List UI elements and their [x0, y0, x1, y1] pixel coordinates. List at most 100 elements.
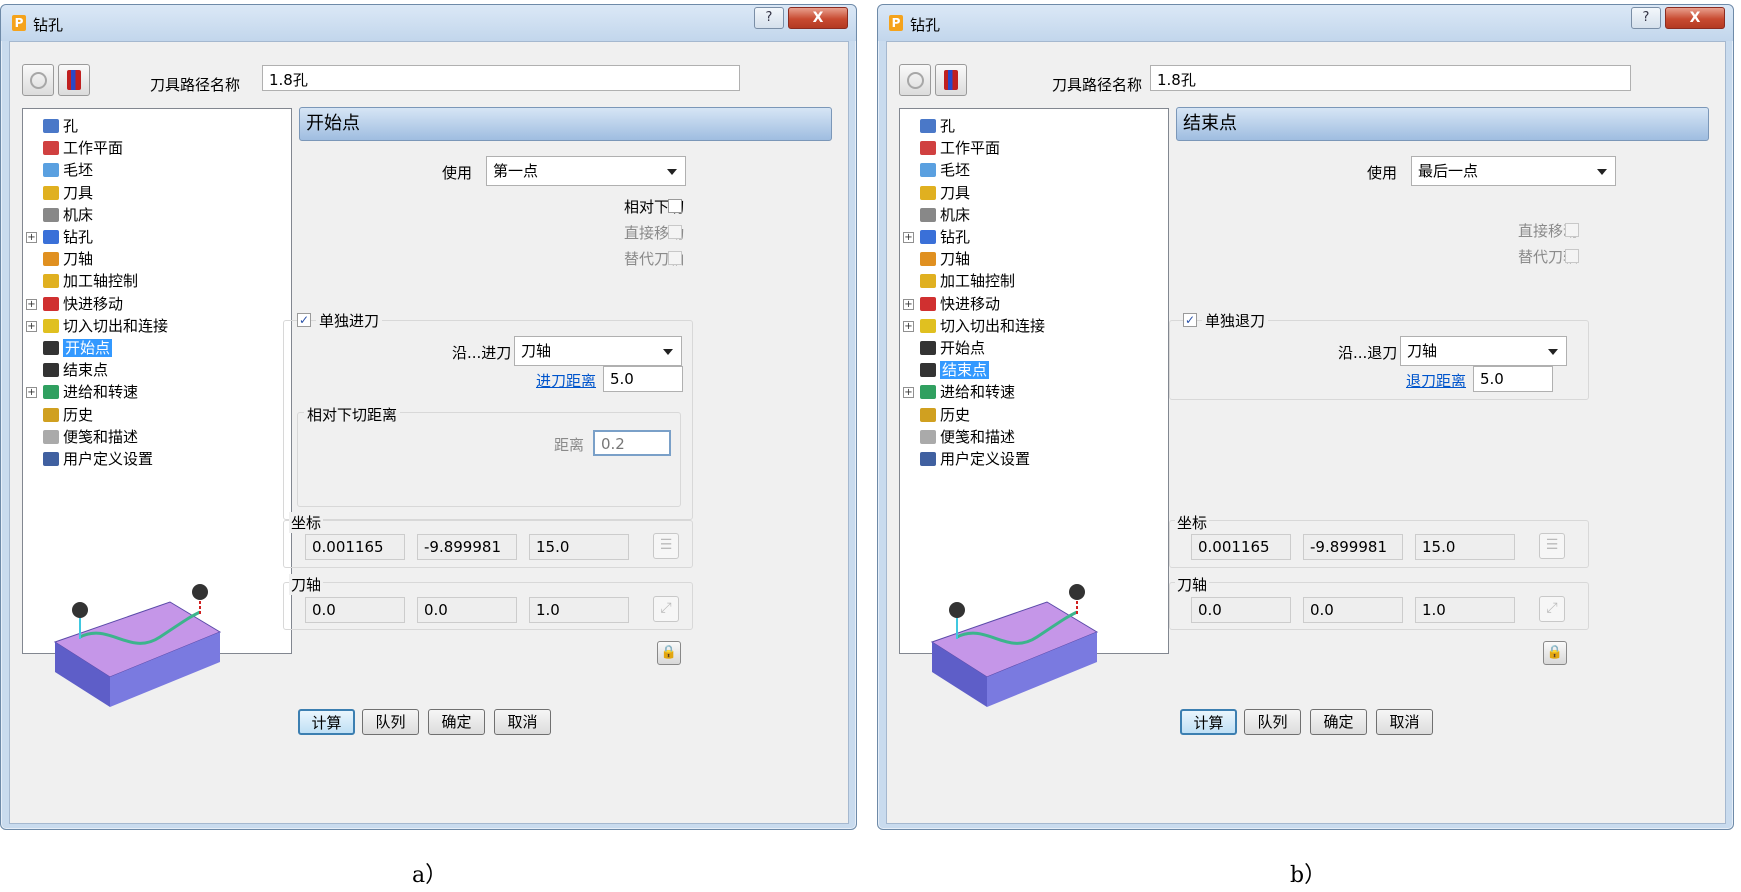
tree-item[interactable]: 钻孔 — [43, 226, 93, 248]
tree-node-icon — [43, 274, 59, 289]
along-select-value: 刀轴 — [1407, 342, 1438, 360]
chevron-down-icon — [1548, 349, 1558, 355]
tree-node-icon — [43, 385, 59, 400]
tree-item[interactable]: 用户定义设置 — [920, 448, 1030, 470]
close-button[interactable]: X — [1665, 7, 1725, 29]
tree-item[interactable]: 便笺和描述 — [920, 426, 1015, 448]
option-checkbox[interactable] — [668, 251, 682, 265]
distance-link[interactable]: 退刀距离 — [1406, 370, 1466, 391]
preview-toolpath-icon[interactable] — [22, 64, 54, 96]
tree-item[interactable]: 开始点 — [43, 337, 113, 359]
toolpath-strategy-icon[interactable] — [935, 64, 967, 96]
tree-node-icon — [43, 429, 59, 444]
tree-item[interactable]: 快进移动 — [920, 293, 1000, 315]
tree-item[interactable]: 工作平面 — [920, 137, 1000, 159]
tree-item[interactable]: 孔 — [43, 115, 78, 137]
tree-node-icon — [920, 385, 936, 400]
tree-node-icon — [920, 252, 936, 267]
tree-item[interactable]: 刀轴 — [43, 248, 93, 270]
toolpath-strategy-icon[interactable] — [58, 64, 90, 96]
tree-expand-icon[interactable]: + — [903, 298, 914, 310]
tree-node-icon — [920, 429, 936, 444]
use-label: 使用 — [1367, 164, 1398, 182]
tree-item[interactable]: 历史 — [43, 404, 93, 426]
tree-item[interactable]: 快进移动 — [43, 293, 123, 315]
coord-value: -9.899981 — [1303, 534, 1403, 560]
tree-item[interactable]: 毛坯 — [920, 159, 970, 181]
tree-item[interactable]: 结束点 — [43, 359, 108, 381]
tree-expand-icon[interactable]: + — [903, 320, 914, 332]
tree-node-icon — [43, 296, 59, 311]
tree-item[interactable]: 进给和转速 — [43, 381, 138, 403]
tree-item[interactable]: 刀具 — [920, 182, 970, 204]
queue-button[interactable]: 队列 — [362, 709, 419, 735]
tree-item[interactable]: 历史 — [920, 404, 970, 426]
tree-expand-icon[interactable]: + — [26, 298, 37, 310]
tree-item[interactable]: 工作平面 — [43, 137, 123, 159]
use-select[interactable]: 第一点 — [486, 156, 686, 186]
tree-item[interactable]: 用户定义设置 — [43, 448, 153, 470]
tree-item[interactable]: 机床 — [920, 204, 970, 226]
cancel-button[interactable]: 取消 — [494, 709, 551, 735]
tree-item[interactable]: 切入切出和连接 — [43, 315, 168, 337]
along-select[interactable]: 刀轴 — [1400, 336, 1567, 366]
sub-distance-input[interactable]: 0.2 — [593, 430, 671, 456]
tree-item[interactable]: 切入切出和连接 — [920, 315, 1045, 337]
calculate-button[interactable]: 计算 — [298, 709, 355, 735]
help-button[interactable]: ? — [1631, 7, 1661, 29]
tree-item[interactable]: 进给和转速 — [920, 381, 1015, 403]
tree-expand-icon[interactable]: + — [903, 232, 914, 243]
preview-toolpath-icon[interactable] — [899, 64, 931, 96]
tree-expand-icon[interactable]: + — [26, 387, 37, 399]
ok-button[interactable]: 确定 — [428, 709, 485, 735]
option-checkbox[interactable] — [668, 225, 682, 239]
move-group-checkbox[interactable]: ✓ — [1183, 313, 1197, 327]
tree-expand-icon[interactable]: + — [26, 320, 37, 332]
close-button[interactable]: X — [788, 7, 848, 29]
tree-item[interactable]: 机床 — [43, 204, 93, 226]
tree-node-icon — [43, 318, 59, 333]
chevron-down-icon — [1597, 169, 1607, 175]
settings-tree: 孔工作平面 毛坯 刀具 机床 + 钻孔刀轴 加工轴控制 + 快进移动 + 切入切出和连接 开始点 结束点… — [899, 108, 1169, 654]
tree-item[interactable]: 结束点 — [920, 359, 990, 381]
cancel-button[interactable]: 取消 — [1376, 709, 1433, 735]
tree-item[interactable]: 孔 — [920, 115, 955, 137]
distance-link[interactable]: 进刀距离 — [536, 370, 596, 391]
use-select[interactable]: 最后一点 — [1411, 156, 1616, 186]
tree-item-label: 钻孔 — [63, 228, 94, 246]
tree-node-icon — [43, 230, 59, 244]
distance-input[interactable]: 5.0 — [1473, 366, 1553, 392]
lock-icon[interactable]: 🔒 — [1543, 641, 1567, 665]
tree-item-label: 机床 — [940, 205, 971, 224]
tree-item[interactable]: 加工轴控制 — [43, 270, 138, 292]
distance-input[interactable]: 5.0 — [603, 366, 683, 392]
calculate-button[interactable]: 计算 — [1180, 709, 1237, 735]
tree-item[interactable]: 开始点 — [920, 337, 985, 359]
tree-item[interactable]: 钻孔 — [920, 226, 970, 248]
tree-item-label: 钻孔 — [940, 228, 971, 246]
help-button[interactable]: ? — [754, 7, 784, 29]
tree-item[interactable]: 便笺和描述 — [43, 426, 138, 448]
along-select[interactable]: 刀轴 — [514, 336, 682, 366]
ok-button[interactable]: 确定 — [1310, 709, 1367, 735]
move-group-checkbox[interactable]: ✓ — [297, 313, 311, 327]
queue-button[interactable]: 队列 — [1244, 709, 1301, 735]
tree-item[interactable]: 刀具 — [43, 182, 93, 204]
tree-expand-icon[interactable]: + — [26, 232, 37, 243]
option-checkbox[interactable] — [1565, 249, 1579, 263]
tree-item-label: 刀具 — [63, 183, 94, 202]
tree-item[interactable]: 毛坯 — [43, 159, 93, 181]
tree-node-icon — [43, 207, 59, 222]
tree-item[interactable]: 加工轴控制 — [920, 270, 1015, 292]
toolpath-preview-image — [53, 584, 222, 707]
tree-item[interactable]: 刀轴 — [920, 248, 970, 270]
title-bar[interactable]: P 钻孔? X — [878, 5, 1733, 41]
tree-node-icon — [43, 163, 59, 178]
title-bar[interactable]: P 钻孔? X — [1, 5, 856, 41]
toolpath-name-input[interactable]: 1.8孔 — [262, 65, 740, 91]
lock-icon[interactable]: 🔒 — [657, 641, 681, 665]
option-checkbox[interactable] — [1565, 223, 1579, 237]
option-checkbox[interactable] — [668, 199, 682, 213]
tree-expand-icon[interactable]: + — [903, 387, 914, 399]
toolpath-name-input[interactable]: 1.8孔 — [1150, 65, 1631, 91]
